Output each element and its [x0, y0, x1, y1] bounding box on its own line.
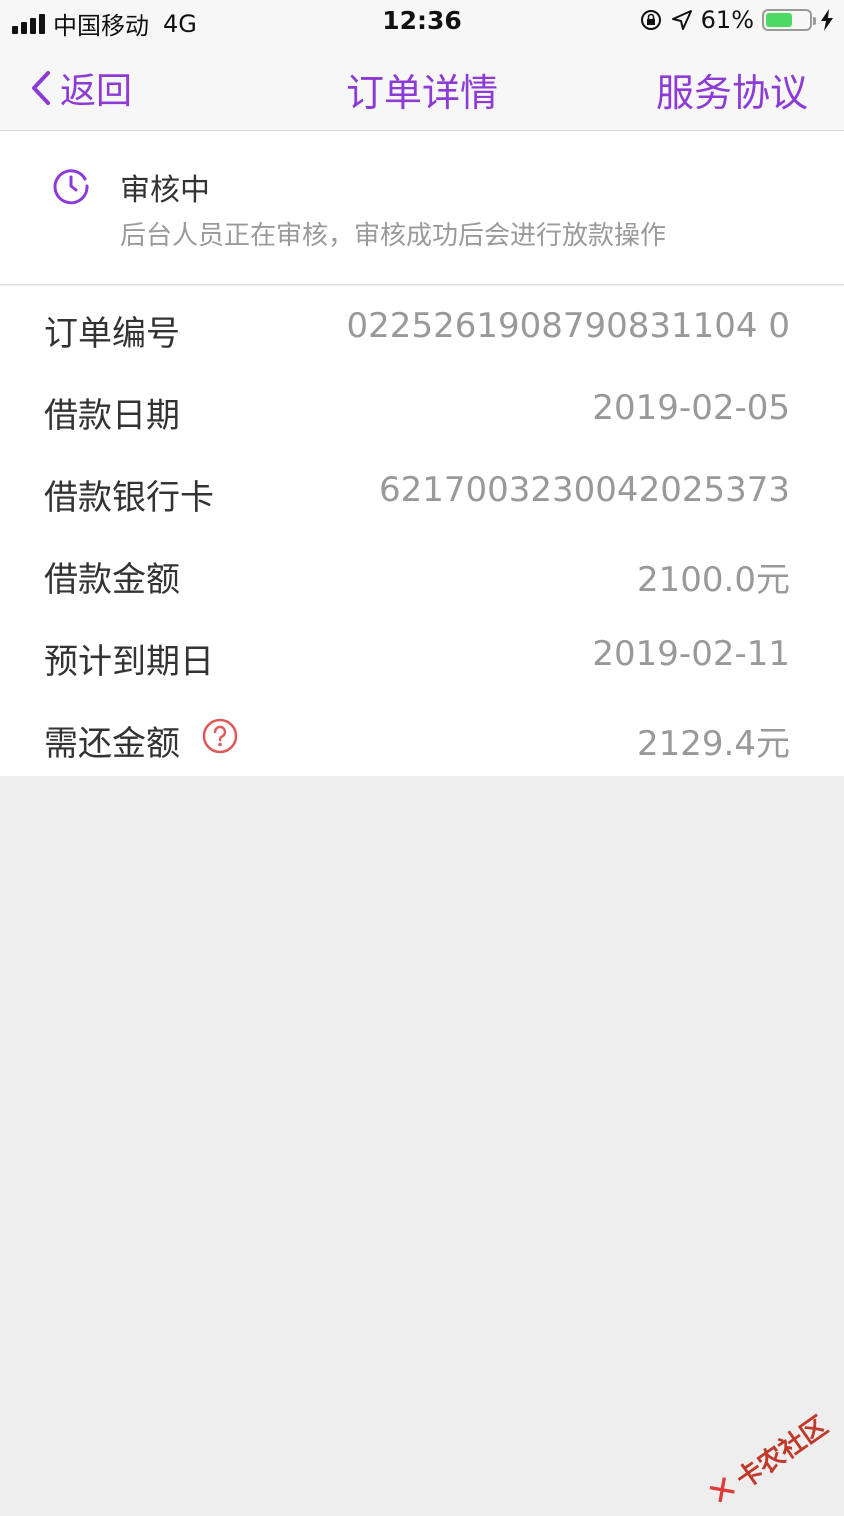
row-label: 借款金额 — [44, 552, 180, 601]
status-description: 后台人员正在审核，审核成功后会进行放款操作 — [120, 215, 666, 252]
row-value: 2019-02-11 — [592, 634, 790, 674]
battery-percent: 61% — [701, 6, 754, 34]
row-label-wrap: 需还金额 — [44, 716, 238, 765]
clock-icon — [52, 167, 90, 205]
help-icon[interactable] — [202, 718, 238, 763]
row-label: 需还金额 — [44, 716, 180, 765]
row-value: 2129.4元 — [637, 716, 790, 765]
row-label: 借款日期 — [44, 388, 180, 437]
status-title: 审核中 — [120, 165, 210, 209]
row-repay-amount: 需还金额 2129.4元 — [0, 696, 844, 778]
row-order-number: 订单编号 0225261908790831104 0 — [0, 286, 844, 368]
row-due-date: 预计到期日 2019-02-11 — [0, 614, 844, 696]
row-loan-date: 借款日期 2019-02-05 — [0, 368, 844, 450]
rotation-lock-icon — [639, 8, 663, 32]
row-label: 借款银行卡 — [44, 470, 214, 519]
battery-icon — [762, 9, 812, 31]
row-label: 订单编号 — [44, 306, 180, 355]
row-value: 0225261908790831104 0 — [347, 306, 790, 346]
watermark-logo: ✕ 卡农社区 — [700, 1404, 835, 1515]
status-right: 61% — [639, 6, 834, 34]
status-bar: 中国移动 4G 12:36 61% — [0, 0, 844, 44]
row-value: 2100.0元 — [637, 552, 790, 601]
order-status-card: 审核中 后台人员正在审核，审核成功后会进行放款操作 — [0, 131, 844, 285]
navigation-bar: 返回 订单详情 服务协议 — [0, 44, 844, 131]
row-value: 2019-02-05 — [592, 388, 790, 428]
charging-icon — [820, 9, 834, 31]
watermark-text: 卡农社区 — [728, 1406, 834, 1496]
location-icon — [671, 9, 693, 31]
order-details: 订单编号 0225261908790831104 0 借款日期 2019-02-… — [0, 286, 844, 776]
row-loan-amount: 借款金额 2100.0元 — [0, 532, 844, 614]
service-agreement-link[interactable]: 服务协议 — [656, 62, 808, 117]
row-label: 预计到期日 — [44, 634, 214, 683]
row-bank-card: 借款银行卡 6217003230042025373 — [0, 450, 844, 532]
row-value: 6217003230042025373 — [379, 470, 790, 510]
